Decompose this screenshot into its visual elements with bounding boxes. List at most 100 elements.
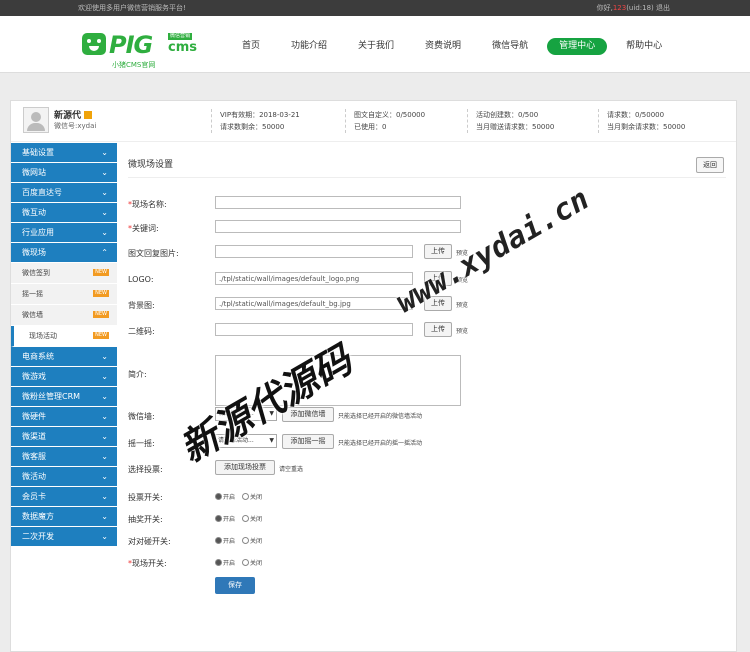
- radio-off-icon: [242, 493, 249, 500]
- sidebar-item-activity[interactable]: 微活动 ⌄: [11, 467, 117, 487]
- pig-icon: [82, 33, 106, 55]
- new-badge: NEW: [93, 311, 109, 318]
- sidebar-item-channel[interactable]: 微渠道 ⌄: [11, 427, 117, 447]
- logo-preview-link[interactable]: 预览: [456, 275, 468, 284]
- shake-select[interactable]: 请选择活动... ▼: [215, 434, 277, 448]
- bg-preview-link[interactable]: 预览: [456, 300, 468, 309]
- wall-select[interactable]: 请选择活动... ▼: [215, 407, 277, 421]
- bg-upload-button[interactable]: 上传: [424, 296, 452, 311]
- nav-help[interactable]: 帮助中心: [614, 38, 674, 55]
- name-label: *现场名称:: [128, 200, 167, 209]
- qr-preview-link[interactable]: 预览: [456, 326, 468, 335]
- site-switch-label: *现场开关:: [128, 559, 167, 568]
- header: PIG 微信营销 cms 小猪CMS官网 首页 功能介绍 关于我们 资费说明 微…: [0, 16, 750, 73]
- lottery-on-radio[interactable]: 开启: [215, 514, 235, 523]
- profile-bar: 新源代 微信号:xydai VIP有效期：2018-03-21 请求数剩余：500…: [11, 101, 736, 142]
- cover-preview-link[interactable]: 预览: [456, 248, 468, 257]
- logout-link[interactable]: 退出: [656, 4, 670, 12]
- sidebar-item-website[interactable]: 微网站 ⌄: [11, 163, 117, 183]
- stat-article: 图文自定义：0/50000 已使用：0: [345, 109, 425, 133]
- nav-home[interactable]: 首页: [230, 38, 272, 55]
- stat-activity: 活动创建数：0/500 当月赠送请求数：50000: [467, 109, 554, 133]
- sidebar-item-basic[interactable]: 基础设置 ⌄: [11, 143, 117, 163]
- sidebar-item-data[interactable]: 数据魔方 ⌄: [11, 507, 117, 527]
- logo-subtitle: 小猪CMS官网: [112, 61, 156, 69]
- sidebar-item-service[interactable]: 微客服 ⌄: [11, 447, 117, 467]
- back-button[interactable]: 返回: [696, 157, 724, 173]
- sidebar-item-games[interactable]: 微游戏 ⌄: [11, 367, 117, 387]
- dropdown-arrow-icon: ▼: [269, 437, 274, 444]
- sidebar-sub-live-activity[interactable]: 现场活动 NEW: [11, 326, 117, 347]
- nav-wechat-nav[interactable]: 微信导航: [480, 38, 540, 55]
- sidebar-sub-signin[interactable]: 微信签到 NEW: [11, 263, 117, 284]
- cover-upload-button[interactable]: 上传: [424, 244, 452, 259]
- bg-label: 背景图:: [128, 301, 155, 310]
- site-on-radio[interactable]: 开启: [215, 558, 235, 567]
- vote-on-radio[interactable]: 开启: [215, 492, 235, 501]
- shake-label: 摇一摇:: [128, 439, 155, 448]
- stat-requests: 请求数：0/50000 当月剩余请求数：50000: [598, 109, 685, 133]
- sidebar-sub-shake[interactable]: 摇一摇 NEW: [11, 284, 117, 305]
- keyword-input[interactable]: [215, 220, 461, 233]
- name-input[interactable]: [215, 196, 461, 209]
- greeting: 你好,: [596, 4, 613, 12]
- sidebar-item-membercard[interactable]: 会员卡 ⌄: [11, 487, 117, 507]
- nav-admin-center[interactable]: 管理中心: [547, 38, 608, 55]
- chevron-down-icon: ⌄: [101, 512, 108, 521]
- logo-label: LOGO:: [128, 275, 154, 284]
- chevron-down-icon: ⌄: [101, 452, 108, 461]
- cover-input[interactable]: [215, 245, 413, 258]
- logo[interactable]: PIG 微信营销 cms 小猪CMS官网: [82, 31, 222, 69]
- sidebar-item-dev[interactable]: 二次开发 ⌄: [11, 527, 117, 547]
- wall-note: 只能选择已经开启的微信墙活动: [338, 413, 423, 420]
- cover-label: 图文回复图片:: [128, 249, 179, 258]
- qr-input[interactable]: [215, 323, 413, 336]
- sidebar-item-baidu[interactable]: 百度直达号 ⌄: [11, 183, 117, 203]
- chevron-down-icon: ⌄: [101, 148, 108, 157]
- qr-upload-button[interactable]: 上传: [424, 322, 452, 337]
- vote-clear-link[interactable]: 请空重选: [279, 464, 303, 473]
- wechat-id: 微信号:xydai: [54, 122, 97, 130]
- sidebar-item-industry[interactable]: 行业应用 ⌄: [11, 223, 117, 243]
- radio-on-icon: [215, 515, 222, 522]
- nav-features[interactable]: 功能介绍: [279, 38, 339, 55]
- sidebar-item-interact[interactable]: 微互动 ⌄: [11, 203, 117, 223]
- lottery-off-radio[interactable]: 关闭: [242, 514, 262, 523]
- chevron-down-icon: ⌄: [101, 188, 108, 197]
- chevron-down-icon: ⌄: [101, 392, 108, 401]
- bg-input[interactable]: ./tpl/static/wall/images/default_bg.jpg: [215, 297, 413, 310]
- intro-label: 简介:: [128, 370, 147, 379]
- add-shake-button[interactable]: 添加摇一摇: [282, 434, 334, 449]
- logo-input[interactable]: ./tpl/static/wall/images/default_logo.pn…: [215, 272, 413, 285]
- radio-on-icon: [215, 559, 222, 566]
- site-off-radio[interactable]: 关闭: [242, 558, 262, 567]
- sidebar-sub-wall[interactable]: 微信墙 NEW: [11, 305, 117, 326]
- intro-textarea[interactable]: [215, 355, 461, 406]
- chevron-up-icon: ⌃: [101, 248, 108, 257]
- sidebar-item-crm[interactable]: 微粉丝管理CRM ⌄: [11, 387, 117, 407]
- sidebar-item-ecommerce[interactable]: 电商系统 ⌄: [11, 347, 117, 367]
- top-bar: 欢迎使用多用户微信营销服务平台! 你好,123(uid:18) 退出: [0, 0, 750, 16]
- lottery-switch-label: 抽奖开关:: [128, 515, 163, 524]
- username-link[interactable]: 123: [613, 4, 626, 12]
- nav-pricing[interactable]: 资费说明: [413, 38, 473, 55]
- sidebar-item-hardware[interactable]: 微硬件 ⌄: [11, 407, 117, 427]
- uid-text: (uid:18): [626, 4, 654, 12]
- save-button[interactable]: 保存: [215, 577, 255, 594]
- sidebar-item-live[interactable]: 微现场 ⌃: [11, 243, 117, 263]
- logo-upload-button[interactable]: 上传: [424, 271, 452, 286]
- new-badge: NEW: [93, 332, 109, 339]
- vote-off-radio[interactable]: 关闭: [242, 492, 262, 501]
- add-vote-button[interactable]: 添加现场投票: [215, 460, 275, 475]
- chevron-down-icon: ⌄: [101, 208, 108, 217]
- chevron-down-icon: ⌄: [101, 228, 108, 237]
- radio-on-icon: [215, 537, 222, 544]
- radio-on-icon: [215, 493, 222, 500]
- add-wall-button[interactable]: 添加微信墙: [282, 407, 334, 422]
- main-nav: 首页 功能介绍 关于我们 资费说明 微信导航 管理中心 帮助中心: [230, 38, 681, 55]
- new-badge: NEW: [93, 269, 109, 276]
- nav-about[interactable]: 关于我们: [346, 38, 406, 55]
- pair-off-radio[interactable]: 关闭: [242, 536, 262, 545]
- pair-on-radio[interactable]: 开启: [215, 536, 235, 545]
- vip-icon: [84, 111, 93, 119]
